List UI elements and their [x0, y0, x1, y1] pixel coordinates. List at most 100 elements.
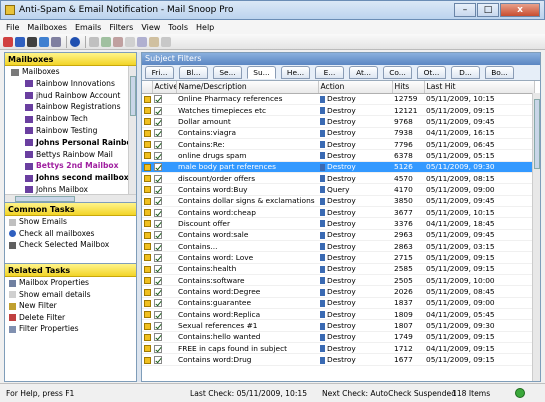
globe-icon[interactable] — [39, 36, 49, 47]
delete-filter-task[interactable]: Delete Filter — [5, 312, 136, 324]
filter-tab[interactable]: He... — [281, 66, 310, 79]
active-checkbox[interactable] — [154, 140, 162, 149]
help-icon[interactable] — [70, 36, 80, 47]
mailbox-hscrollbar[interactable] — [5, 194, 136, 202]
column-header[interactable]: Last Hit — [424, 81, 535, 94]
active-checkbox[interactable] — [154, 322, 162, 331]
menu-help[interactable]: Help — [192, 23, 218, 32]
filter-tab[interactable]: Se... — [213, 66, 242, 79]
active-checkbox[interactable] — [154, 208, 162, 217]
settings-icon[interactable] — [149, 36, 159, 47]
maximize-button[interactable]: □ — [477, 3, 499, 17]
menu-file[interactable]: File — [2, 23, 23, 32]
table-row[interactable]: Contains:Re: Destroy 7796 05/11/2009, 06:45 — [142, 138, 534, 151]
mailbox-tree-item[interactable]: Mailboxes — [5, 66, 136, 78]
active-checkbox[interactable] — [154, 117, 162, 126]
new-icon[interactable] — [3, 36, 13, 47]
mailbox-tree-item[interactable]: Rainbow Tech — [5, 113, 136, 125]
filter-tab[interactable]: Fri... — [145, 66, 174, 79]
active-checkbox[interactable] — [154, 288, 162, 297]
column-header[interactable] — [142, 81, 153, 94]
table-scrollbar[interactable] — [532, 93, 540, 381]
mailbox-tree-item[interactable]: jhud Rainbow Account — [5, 90, 136, 102]
column-header[interactable]: Hits — [392, 81, 425, 94]
table-row[interactable]: Discount offer Destroy 3376 04/11/2009, 18:… — [142, 217, 534, 230]
mailbox-tree-item[interactable]: Rainbow Innovations — [5, 78, 136, 90]
filter-tab[interactable]: Bl... — [179, 66, 208, 79]
active-checkbox[interactable] — [154, 344, 162, 353]
active-checkbox[interactable] — [154, 276, 162, 285]
table-row[interactable]: Contains:viagra Destroy 7938 04/11/2009, 16… — [142, 127, 534, 139]
table-row[interactable]: FREE in caps found in subject Destroy 1712… — [142, 342, 534, 355]
active-checkbox[interactable] — [154, 333, 162, 342]
properties-icon[interactable] — [51, 36, 61, 47]
active-checkbox[interactable] — [154, 299, 162, 308]
active-checkbox[interactable] — [154, 253, 162, 262]
filter-tab[interactable]: Ot... — [417, 66, 446, 79]
active-checkbox[interactable] — [154, 197, 162, 206]
active-checkbox[interactable] — [154, 95, 162, 104]
active-checkbox[interactable] — [154, 129, 162, 138]
column-header[interactable]: Name/Description — [176, 81, 319, 94]
active-checkbox[interactable] — [154, 231, 162, 240]
table-row[interactable]: Contains dollar signs & exclamations Dest… — [142, 195, 534, 207]
active-checkbox[interactable] — [154, 151, 162, 160]
active-checkbox[interactable] — [154, 174, 162, 183]
mailbox-tree-item[interactable]: Johns Personal Rainbow — [5, 137, 136, 149]
table-row[interactable]: Online Pharmacy references Destroy 12759 05… — [142, 93, 534, 105]
check-mail-icon[interactable] — [15, 36, 25, 47]
check-all-task[interactable]: Check all mailboxes — [5, 228, 136, 240]
table-row[interactable]: Contains word:Buy Query 4170 05/11/2009, 09… — [142, 183, 534, 196]
column-header[interactable]: Active — [152, 81, 177, 94]
table-row[interactable]: Contains word:Degree Destroy 2026 05/11/200… — [142, 285, 534, 298]
filter-tab[interactable]: D... — [451, 66, 480, 79]
email-icon[interactable] — [89, 36, 99, 47]
table-row[interactable]: Contains:guarantee Destroy 1837 05/11/2009,… — [142, 297, 534, 310]
table-row[interactable]: Contains word:Replica Destroy 1809 04/11/20… — [142, 308, 534, 321]
table-row[interactable]: Contains word:sale Destroy 2963 05/11/2009,… — [142, 229, 534, 241]
mailbox-tree-item[interactable]: Rainbow Registrations — [5, 101, 136, 113]
mailbox-tree-item[interactable]: Johns second mailbox — [5, 172, 136, 184]
mailbox-scrollbar[interactable] — [128, 66, 136, 202]
table-row[interactable]: online drugs spam Destroy 6378 05/11/2009, … — [142, 149, 534, 162]
menu-mailboxes[interactable]: Mailboxes — [23, 23, 71, 32]
delete-icon[interactable] — [113, 36, 123, 47]
table-row[interactable]: Contains... Destroy 2863 05/11/2009, 03:15 — [142, 240, 534, 253]
active-checkbox[interactable] — [154, 106, 162, 115]
mailbox-tree[interactable]: Mailboxes Rainbow Innovations jhud Rainbow… — [5, 66, 136, 203]
filter-tab[interactable]: E... — [315, 66, 344, 79]
filter-icon[interactable] — [101, 36, 111, 47]
active-checkbox[interactable] — [154, 163, 162, 172]
column-header[interactable]: Action — [318, 81, 393, 94]
table-row[interactable]: Dollar amount Destroy 9768 05/11/2009, 09:4… — [142, 115, 534, 128]
table-row[interactable]: Contains word:cheap Destroy 3677 05/11/2009… — [142, 206, 534, 219]
table-row[interactable]: Contains:software Destroy 2505 05/11/2009, … — [142, 274, 534, 287]
stop-icon[interactable] — [27, 36, 37, 47]
menu-tools[interactable]: Tools — [164, 23, 192, 32]
filter-tab[interactable]: Su... — [247, 66, 276, 79]
active-checkbox[interactable] — [154, 265, 162, 274]
table-row[interactable]: discount/order offers Destroy 4570 05/11/20… — [142, 172, 534, 185]
filter-properties-task[interactable]: Filter Properties — [5, 323, 136, 335]
mailbox-tree-item[interactable]: Rainbow Testing — [5, 125, 136, 137]
active-checkbox[interactable] — [154, 310, 162, 319]
show-emails-task[interactable]: Show Emails — [5, 216, 136, 228]
filter-tab[interactable]: Bo... — [485, 66, 514, 79]
mailbox-tree-item[interactable]: Bettys 2nd Mailbox — [5, 160, 136, 172]
close-button[interactable]: x — [500, 3, 540, 17]
mailbox-icon[interactable] — [137, 36, 147, 47]
options-icon[interactable] — [161, 36, 171, 47]
check-selected-task[interactable]: Check Selected Mailbox — [5, 239, 136, 251]
table-row[interactable]: Contains word: Love Destroy 2715 05/11/2009… — [142, 251, 534, 264]
table-row[interactable]: Sexual references #1 Destroy 1807 05/11/200… — [142, 319, 534, 332]
active-checkbox[interactable] — [154, 185, 162, 194]
active-checkbox[interactable] — [154, 356, 162, 365]
active-checkbox[interactable] — [154, 242, 162, 251]
filter-tab[interactable]: Co... — [383, 66, 412, 79]
table-row[interactable]: Watches timepieces etc Destroy 12121 05/11/… — [142, 104, 534, 117]
menu-emails[interactable]: Emails — [71, 23, 105, 32]
menu-filters[interactable]: Filters — [105, 23, 137, 32]
mailbox-tree-item[interactable]: Bettys Rainbow Mail — [5, 149, 136, 161]
new-filter-task[interactable]: New Filter — [5, 300, 136, 312]
table-row[interactable]: Contains:health Destroy 2585 05/11/2009, 09… — [142, 263, 534, 276]
